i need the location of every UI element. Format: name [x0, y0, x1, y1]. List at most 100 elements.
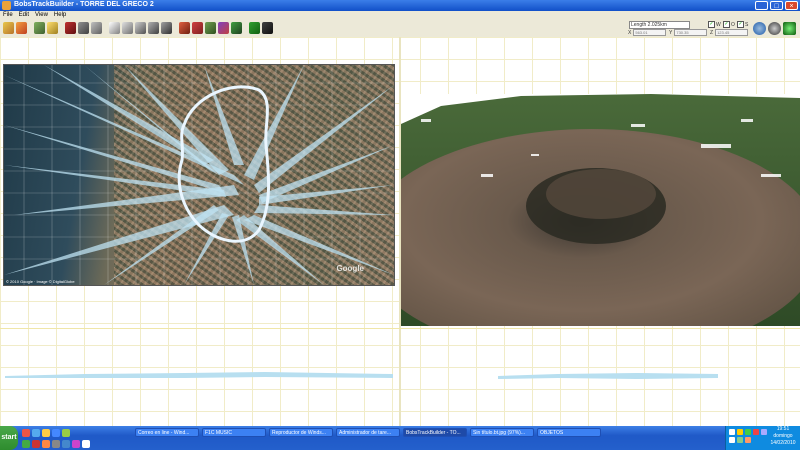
terrain-rays [4, 65, 394, 285]
menu-view[interactable]: View [35, 11, 48, 20]
window-controls: _ □ × [755, 1, 798, 10]
menu-help[interactable]: Help [54, 11, 66, 20]
terrain-3d-view[interactable] [401, 94, 800, 326]
tray-icon[interactable] [729, 429, 735, 435]
task-objetos[interactable]: OBJETOS [537, 428, 601, 437]
workspace: Google © 2010 Google · Image © DigitalGl… [0, 37, 800, 426]
x-coordinate: X 563.01 [628, 29, 667, 36]
objects-icon[interactable] [218, 22, 229, 34]
fence-icon[interactable] [91, 22, 102, 34]
task-trackbuilder[interactable]: BobsTrackBuilder - TO... [403, 428, 467, 437]
clock-day: domingo [773, 433, 793, 439]
quicklaunch-app-icon[interactable] [62, 429, 70, 437]
check-mark-icon: ✓ [708, 21, 715, 28]
bank-icon[interactable] [179, 22, 190, 34]
terrain-icon[interactable] [34, 22, 45, 34]
y-value-field[interactable]: 730.35 [674, 29, 708, 36]
map-copyright: © 2010 Google · Image © DigitalGlobe [6, 279, 75, 284]
minimize-button[interactable]: _ [755, 1, 768, 10]
run-icon[interactable] [783, 22, 796, 35]
quick-launch-row-2 [22, 440, 90, 448]
elevation-profile-right [498, 373, 718, 379]
tray-icon[interactable] [745, 437, 751, 443]
title-bar: BobsTrackBuilder - TORRE DEL GRECO 2 _ □… [0, 0, 800, 11]
settings-icon[interactable] [768, 22, 781, 35]
wall-icon[interactable] [65, 22, 76, 34]
clock-time: 19:51 [776, 426, 790, 432]
y-coordinate: Y 730.35 [669, 29, 708, 36]
kerb-icon[interactable] [135, 22, 146, 34]
open-track-icon[interactable] [16, 22, 27, 34]
quicklaunch-app-icon[interactable] [82, 440, 90, 448]
track-overlay [4, 65, 394, 285]
maximize-button[interactable]: □ [770, 1, 783, 10]
checkbox-s[interactable]: ✓ S [737, 21, 748, 28]
quicklaunch-app-icon[interactable] [52, 429, 60, 437]
quicklaunch-app-icon[interactable] [72, 440, 80, 448]
toolbar: Length 2.025km ✓ W ✓ O ✓ S X 563.01 Y 730.3… [0, 20, 800, 38]
quicklaunch-app-icon[interactable] [42, 440, 50, 448]
track-length: Length 2.025km [629, 21, 690, 29]
quicklaunch-app-icon[interactable] [22, 440, 30, 448]
elevation-profile-left [5, 372, 393, 378]
taskbar: start Correo en line - Wind... F1C MUSIC… [0, 426, 800, 450]
tray-icon[interactable] [753, 429, 759, 435]
check-mark-icon: ✓ [723, 21, 730, 28]
task-buttons: Correo en line - Wind... F1C MUSIC Repro… [135, 428, 601, 437]
z-value-field[interactable]: 123.45 [715, 29, 749, 36]
clock-date: 14/02/2010 [770, 440, 796, 446]
quicklaunch-app-icon[interactable] [62, 440, 70, 448]
check-mark-icon: ✓ [737, 21, 744, 28]
checkbox-w[interactable]: ✓ W [708, 21, 721, 28]
task-music[interactable]: F1C MUSIC [202, 428, 266, 437]
quicklaunch-app-icon[interactable] [32, 440, 40, 448]
close-button[interactable]: × [785, 1, 798, 10]
task-image-viewer[interactable]: Sin título.bt.jpg (97%)... [470, 428, 534, 437]
menu-edit[interactable]: Edit [19, 11, 29, 20]
map-2d-view[interactable]: Google © 2010 Google · Image © DigitalGl… [3, 64, 395, 286]
task-task-manager[interactable]: Administrador de tare... [336, 428, 400, 437]
light-icon[interactable] [47, 22, 58, 34]
tray-icons [729, 429, 767, 443]
tunnel-icon[interactable] [161, 22, 172, 34]
new-track-icon[interactable] [3, 22, 14, 34]
menu-bar: File Edit View Help [0, 11, 800, 20]
tree-icon[interactable] [231, 22, 242, 34]
coordinate-panel: Length 2.025km ✓ W ✓ O ✓ S X 563.01 Y 730.3… [626, 21, 752, 36]
quicklaunch-app-icon[interactable] [22, 429, 30, 437]
task-media-player[interactable]: Reproductor de Winds... [269, 428, 333, 437]
start-button[interactable]: start [0, 426, 18, 450]
tray-icon[interactable] [737, 437, 743, 443]
flag-icon[interactable] [249, 22, 260, 34]
right-tools [753, 22, 796, 35]
horizon-line [0, 328, 800, 329]
quicklaunch-app-icon[interactable] [42, 429, 50, 437]
x-value-field[interactable]: 563.01 [633, 29, 667, 36]
crater-render [401, 94, 800, 326]
app-icon [2, 1, 11, 10]
google-logo: Google [336, 264, 364, 273]
mountain-icon[interactable] [205, 22, 216, 34]
menu-file[interactable]: File [3, 11, 13, 20]
quick-launch-row-1 [22, 429, 70, 437]
tray-icon[interactable] [729, 437, 735, 443]
building-icon[interactable] [192, 22, 203, 34]
bridge-icon[interactable] [148, 22, 159, 34]
checkbox-o[interactable]: ✓ O [723, 21, 735, 28]
task-correo[interactable]: Correo en line - Wind... [135, 428, 199, 437]
pole-icon[interactable] [109, 22, 120, 34]
camera-icon[interactable] [262, 22, 273, 34]
barrier-icon[interactable] [78, 22, 89, 34]
tool-buttons [3, 22, 273, 34]
road-icon[interactable] [122, 22, 133, 34]
tray-icon[interactable] [745, 429, 751, 435]
tray-icon[interactable] [737, 429, 743, 435]
tray-icon[interactable] [761, 429, 767, 435]
system-tray: 19:51 domingo 14/02/2010 [725, 426, 800, 450]
quicklaunch-app-icon[interactable] [32, 429, 40, 437]
clock[interactable]: 19:51 domingo 14/02/2010 [769, 426, 797, 447]
window-title: BobsTrackBuilder - TORRE DEL GRECO 2 [14, 1, 154, 8]
z-coordinate: Z 123.45 [710, 29, 749, 36]
quicklaunch-app-icon[interactable] [52, 440, 60, 448]
network-icon[interactable] [753, 22, 766, 35]
